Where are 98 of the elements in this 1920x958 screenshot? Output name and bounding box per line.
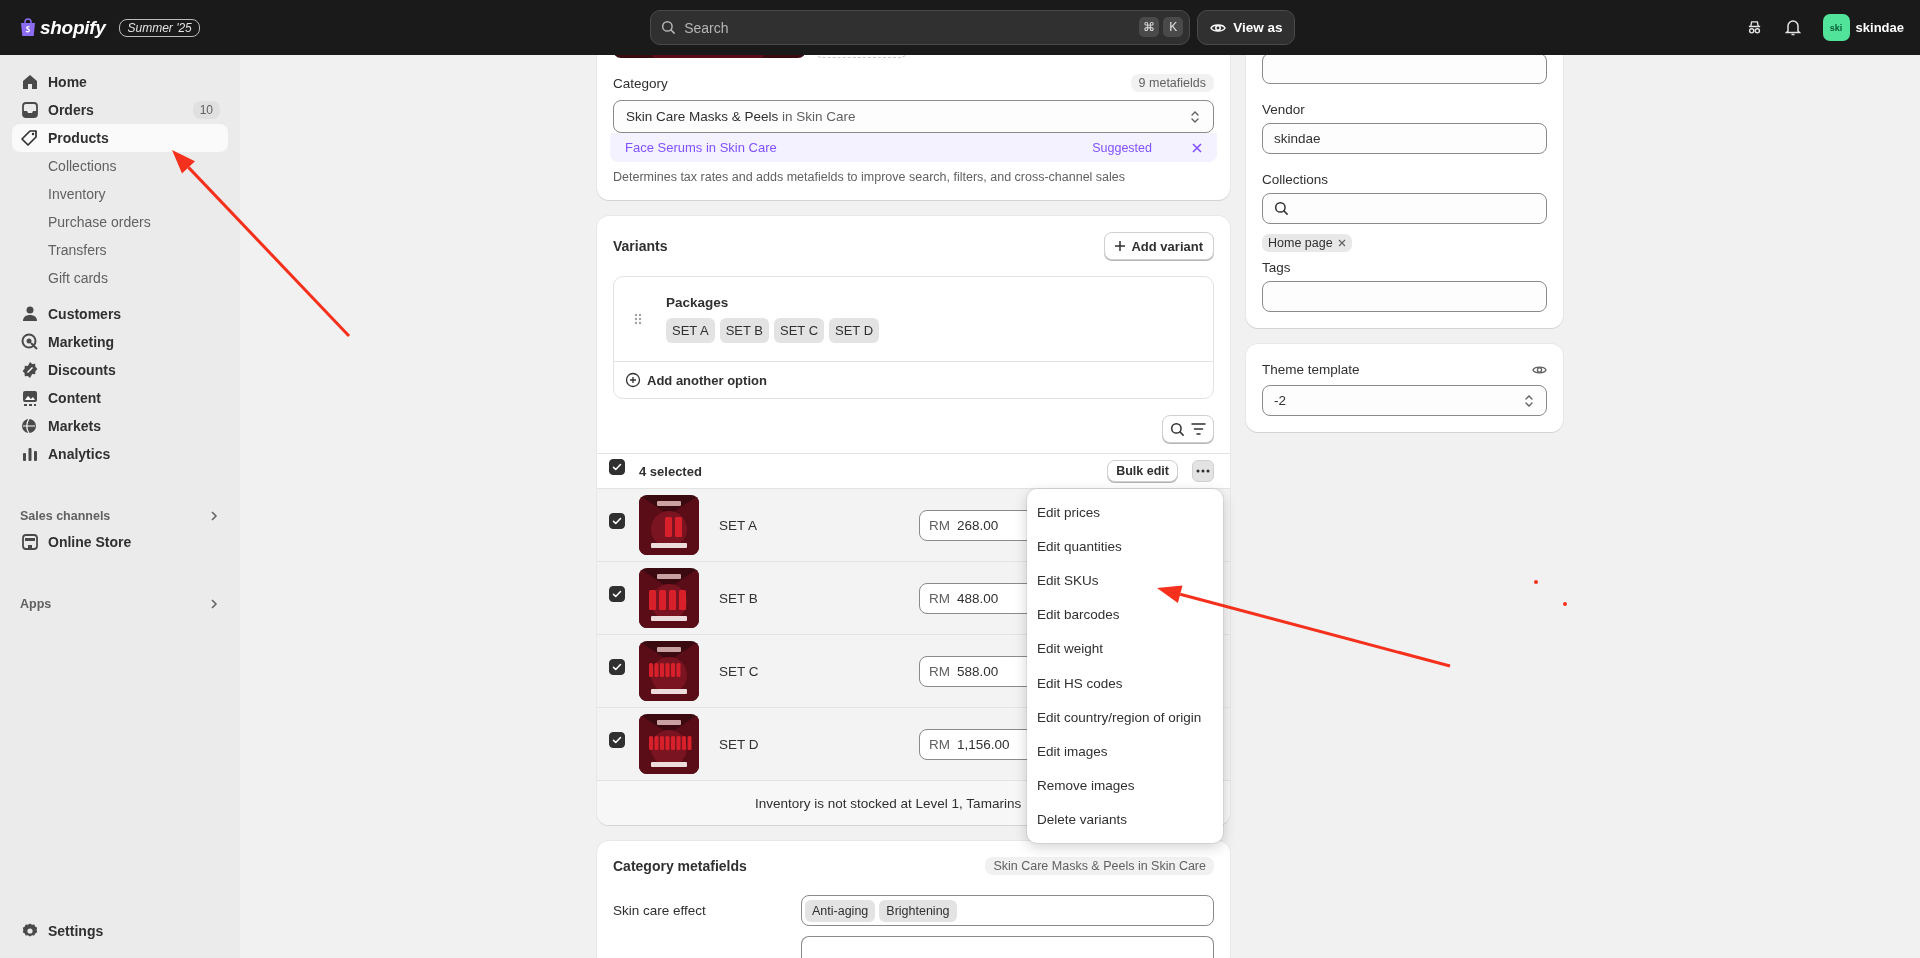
metafield-count-badge: 9 metafields [1130, 74, 1214, 92]
variant-name: SET D [719, 736, 760, 752]
nav-subitem[interactable]: Purchase orders [12, 208, 228, 236]
field-label: Category [613, 75, 668, 91]
logo-wordmark[interactable]: shopify [40, 16, 106, 39]
eye-icon [1210, 21, 1227, 34]
bell-icon[interactable] [1784, 19, 1801, 36]
option-value-tag: SET B [719, 318, 769, 343]
section-header[interactable]: Apps [12, 592, 228, 616]
nav-item[interactable]: Discounts [12, 356, 228, 384]
option-name: Packages [666, 295, 730, 310]
inventory-notice: Inventory is not stocked at Level 1, Tamarins [755, 795, 1022, 811]
nav-item[interactable]: Content [12, 384, 228, 412]
nav-item[interactable]: Customers [12, 300, 228, 328]
suggested-label: Suggested [1092, 140, 1152, 155]
search-filter-button[interactable] [1162, 415, 1214, 443]
field-label: Tags [1262, 260, 1292, 275]
nav-item[interactable]: Settings [12, 917, 228, 945]
nav-item[interactable]: Markets [12, 412, 228, 440]
section-header[interactable]: Sales channels [12, 504, 228, 528]
card-title: Variants [613, 238, 668, 254]
nav-item[interactable]: Marketing [12, 328, 228, 356]
nav-subitem[interactable]: Transfers [12, 236, 228, 264]
variant-name: SET A [719, 517, 759, 533]
field-label: Vendor [1262, 102, 1306, 117]
checkbox[interactable] [609, 459, 625, 475]
image-icon [20, 388, 40, 408]
close-icon[interactable] [1192, 142, 1202, 153]
checkbox[interactable] [609, 513, 625, 529]
search-icon [661, 20, 677, 35]
shortcut-key: K [1163, 17, 1184, 37]
close-icon[interactable] [1337, 239, 1346, 247]
variant-name: SET C [719, 663, 760, 679]
more-actions-button[interactable] [1192, 460, 1214, 482]
tag-icon [20, 128, 40, 148]
annotation-dot [1534, 580, 1538, 584]
selection-count: 4 selected [639, 463, 703, 479]
category-badge: Skin Care Masks & Peels in Skin Care [985, 857, 1214, 875]
chevron-right-icon [210, 598, 218, 610]
vendor-field[interactable]: skindae [1262, 123, 1547, 154]
checkbox[interactable] [609, 586, 625, 602]
text-field[interactable] [1262, 55, 1547, 84]
checkbox[interactable] [609, 732, 625, 748]
edition-badge: Summer '25 [119, 18, 200, 37]
collections-search-field[interactable] [1262, 193, 1547, 224]
shopping-bag-icon [20, 18, 36, 37]
checkbox[interactable] [609, 659, 625, 675]
option-value-tag: SET A [666, 318, 715, 343]
more-icon [1196, 469, 1210, 473]
menu-item[interactable]: Delete variants [1033, 802, 1217, 837]
metafield-input[interactable]: Anti-aging Brightening [801, 895, 1214, 926]
menu-item[interactable]: Remove images [1033, 768, 1217, 803]
collection-tag: Home page [1262, 234, 1352, 252]
category-select[interactable]: Skin Care Masks & Peels in Skin Care [613, 100, 1214, 133]
house-icon [20, 72, 40, 92]
value-tag: Brightening [879, 899, 957, 922]
search-icon [1274, 201, 1289, 216]
annotation-dot [1563, 602, 1567, 606]
drag-handle-icon[interactable] [634, 313, 642, 325]
variant-name: SET B [719, 590, 759, 606]
nav-subitem[interactable]: Collections [12, 152, 228, 180]
shortcut-key: ⌘ [1139, 17, 1160, 37]
template-select[interactable]: -2 [1262, 385, 1547, 416]
view-as-button[interactable]: View as [1197, 10, 1296, 45]
count-badge: 10 [192, 101, 220, 119]
search-icon [1170, 421, 1185, 437]
filter-icon [1191, 423, 1206, 435]
card-title: Category metafields [613, 858, 747, 874]
discount-badge-icon [20, 360, 40, 380]
nav-item[interactable]: Analytics [12, 440, 228, 468]
help-text: Determines tax rates and adds metafields to improve search, filters, and cross-channel sales [613, 170, 1127, 184]
value-tag: Anti-aging [805, 899, 876, 922]
plus-icon [1115, 241, 1126, 251]
add-option-link[interactable]: Add another option [614, 361, 1213, 398]
field-label: Theme template [1262, 362, 1360, 377]
tags-field[interactable] [1262, 281, 1547, 312]
nav-item[interactable]: Home [12, 68, 228, 96]
person-icon [20, 304, 40, 324]
chevron-right-icon [210, 510, 218, 522]
plus-circle-icon [625, 372, 641, 388]
nav-item[interactable]: Online Store [12, 528, 228, 556]
inbox-icon [20, 100, 40, 120]
nav-item[interactable]: Orders 10 [12, 96, 228, 124]
option-value-tag: SET D [829, 318, 880, 343]
nav-item[interactable]: Products [12, 124, 228, 152]
option-value-tag: SET C [773, 318, 825, 343]
add-variant-button[interactable]: Add variant [1104, 232, 1214, 260]
store-icon [20, 532, 40, 552]
bulk-edit-button[interactable]: Bulk edit [1107, 460, 1178, 482]
store-name[interactable]: skindae [1855, 20, 1904, 35]
store-avatar[interactable]: ski [1822, 14, 1850, 41]
field-label: Skin care effect [613, 903, 707, 918]
metafield-input[interactable] [801, 936, 1214, 958]
field-label: Collections [1262, 172, 1330, 187]
category-suggestion[interactable]: Face Serums in Skin Care Suggested [610, 133, 1217, 162]
nav-subitem[interactable]: Gift cards [12, 264, 228, 292]
nav-subitem[interactable]: Inventory [12, 180, 228, 208]
target-icon [20, 332, 40, 352]
